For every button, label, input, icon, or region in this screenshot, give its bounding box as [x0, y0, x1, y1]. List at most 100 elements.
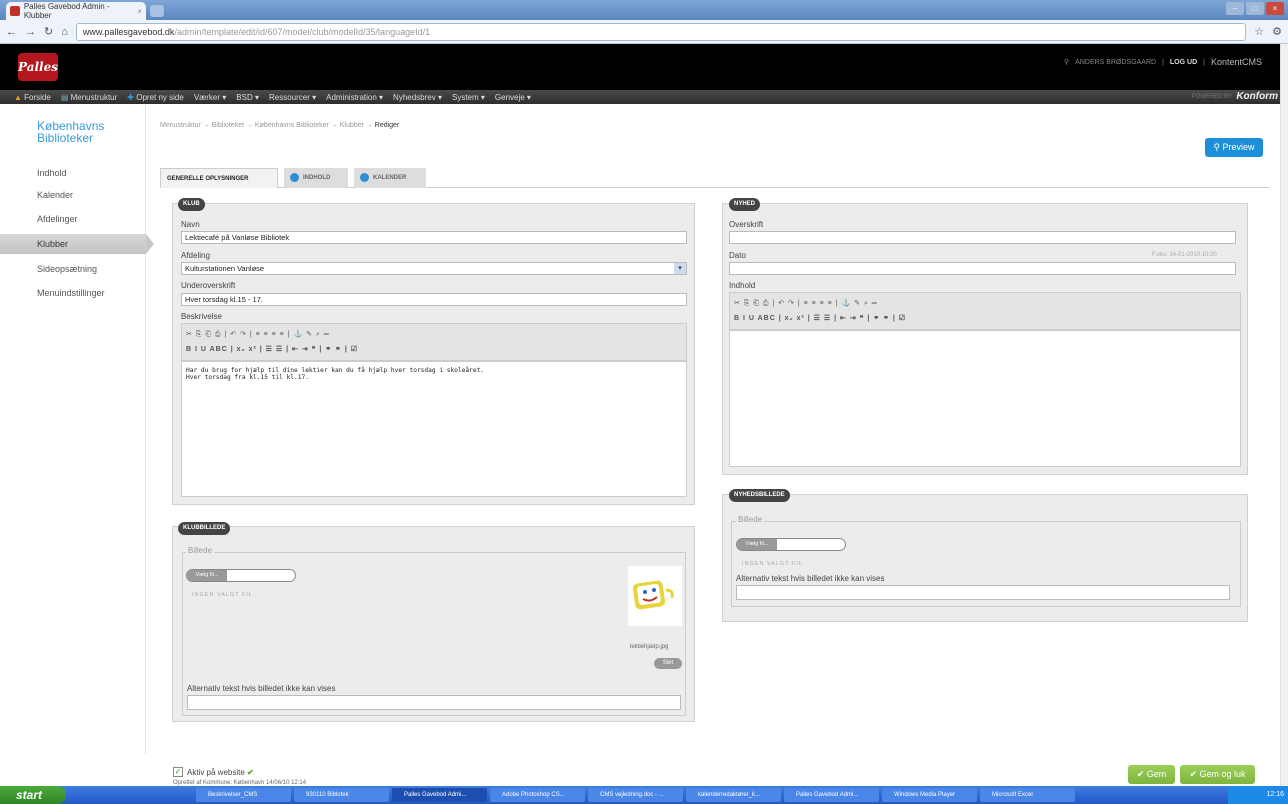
menu-ressourcer[interactable]: Ressourcer ▾: [269, 93, 316, 102]
save-button[interactable]: ✔ Gem: [1128, 765, 1175, 784]
check-icon: ✔: [1189, 769, 1200, 779]
preview-button[interactable]: ⚲ Preview: [1205, 138, 1263, 157]
home-icon: ▲: [14, 92, 25, 102]
news-content-label: Indhold: [729, 281, 756, 290]
menu-forside[interactable]: ▲ Forside: [14, 93, 51, 102]
page-scrollbar[interactable]: [1280, 44, 1288, 786]
plus-circle-icon: [290, 172, 299, 182]
news-date-field[interactable]: [729, 262, 1236, 275]
active-checkbox[interactable]: ✓: [173, 767, 183, 777]
active-label: Aktiv på website ✔: [187, 768, 254, 777]
task-item[interactable]: Palles Gavebod Admi...: [392, 788, 487, 802]
description-editor[interactable]: Har du brug for hjælp til dine lektier k…: [181, 361, 687, 497]
address-bar[interactable]: www.pallesgavebod.dk/admin/template/edit…: [75, 22, 1247, 41]
task-item[interactable]: 930110 Biblotek: [294, 788, 389, 802]
menu-nyhedsbrev[interactable]: Nyhedsbrev ▾: [393, 93, 442, 102]
department-select[interactable]: Kulturstationen Vanløse ▾: [181, 262, 687, 275]
url-host: www.pallesgavebod.dk: [82, 26, 175, 37]
news-panel-title: NYHED: [729, 198, 761, 211]
star-icon[interactable]: ☆: [1254, 25, 1264, 38]
club-image-legend: Billede: [186, 546, 215, 555]
menu-bsd[interactable]: BSD ▾: [236, 93, 259, 102]
window-controls: – □ ×: [1226, 2, 1284, 15]
screen: Palles Gavebod Admin - Klubber × – □ × ←…: [0, 0, 1288, 804]
news-image-file-input[interactable]: Vælg fil...: [736, 538, 846, 551]
browser-toolbar: ← → ↻ ⌂ www.pallesgavebod.dk/admin/templ…: [0, 20, 1288, 44]
club-image-panel-title: KLUBBILLEDE: [178, 522, 231, 535]
maximize-icon[interactable]: □: [1246, 2, 1264, 15]
save-close-button[interactable]: ✔ Gem og luk: [1180, 765, 1255, 784]
task-item[interactable]: Windows Media Player: [882, 788, 977, 802]
menu-genveje[interactable]: Genveje ▾: [495, 93, 531, 102]
menu-menustruktur[interactable]: ▤ Menustruktur: [61, 93, 117, 102]
task-item[interactable]: kalenderredaktører_k...: [686, 788, 781, 802]
palles-logo[interactable]: Palles: [18, 53, 58, 81]
description-label: Beskrivelse: [181, 312, 222, 321]
browser-tab[interactable]: Palles Gavebod Admin - Klubber ×: [6, 2, 146, 20]
breadcrumb-path[interactable]: Menustruktur → Biblioteket → Københavns …: [160, 122, 375, 129]
description-editor-toolbar[interactable]: ✂ ⎘ ⎗ ⎙ | ↶ ↷ | ≡ ≡ ≡ ≡ | ⚓ ✎ ⌕ ═ B I U A…: [181, 323, 687, 361]
chevron-down-icon[interactable]: ▾: [674, 263, 686, 274]
task-item[interactable]: Beskrivelser_CMS: [196, 788, 291, 802]
reload-icon[interactable]: ↻: [44, 25, 53, 38]
menu-vaerker[interactable]: Værker ▾: [194, 93, 226, 102]
new-tab-button[interactable]: [150, 5, 164, 17]
news-heading-field[interactable]: [729, 231, 1236, 244]
sidebar-item-klubber[interactable]: Klubber: [0, 234, 154, 254]
news-date-hint: F.eks: 14-01-2010 10:30: [1152, 252, 1217, 258]
news-heading-label: Overskrift: [729, 220, 764, 229]
news-image-legend: Billede: [736, 515, 765, 524]
browser-titlebar: Palles Gavebod Admin - Klubber × – □ ×: [0, 0, 1288, 20]
browser-tab-title: Palles Gavebod Admin - Klubber: [23, 2, 110, 20]
minimize-icon[interactable]: –: [1226, 2, 1244, 15]
menu-opret-ny-side[interactable]: ✚ Opret ny side: [127, 93, 184, 102]
club-image-thumbnail: [628, 566, 682, 626]
news-editor-toolbar[interactable]: ✂ ⎘ ⎗ ⎙ | ↶ ↷ | ≡ ≡ ≡ ≡ | ⚓ ✎ ⌕ ═ B I U A…: [729, 292, 1241, 330]
club-image-delete-button[interactable]: Slet: [654, 658, 682, 669]
sidebar-item-kalender[interactable]: Kalender: [37, 190, 73, 200]
sidebar-item-indhold[interactable]: Indhold: [37, 168, 67, 178]
favicon-icon: [10, 6, 20, 16]
main-menu: ▲ Forside ▤ Menustruktur ✚ Opret ny side…: [0, 90, 1288, 104]
news-editor[interactable]: [729, 330, 1241, 467]
menu-administration[interactable]: Administration ▾: [326, 93, 383, 102]
lektiehjaelp-image: [632, 580, 674, 610]
wrench-icon[interactable]: ⚙: [1272, 25, 1282, 38]
sidebar-site-title[interactable]: Københavns Biblioteker: [37, 120, 137, 144]
task-item[interactable]: Microsoft Excel: [980, 788, 1075, 802]
app-header: Palles ⚲ ANDERS BRØDSGAARD | LOG UD | Ko…: [0, 44, 1288, 90]
checkmark-icon: ✔: [247, 768, 254, 777]
news-image-no-file: INGEN VALGT FIL: [742, 561, 803, 567]
sidebar-item-afdelinger[interactable]: Afdelinger: [37, 214, 78, 224]
kontent-brand: KontentCMS: [1210, 57, 1262, 67]
tab-indhold[interactable]: INDHOLD: [284, 168, 348, 188]
task-item[interactable]: Palles Gavebod Admi...: [784, 788, 879, 802]
news-image-alt-field[interactable]: [736, 585, 1230, 600]
news-image-panel-title: NYHEDSBILLEDE: [729, 489, 790, 502]
menu-system[interactable]: System ▾: [452, 93, 485, 102]
task-item[interactable]: Adobe Photoshop CS...: [490, 788, 585, 802]
sitemap-icon: ▤: [60, 92, 71, 102]
tab-generelle-oplysninger[interactable]: GENERELLE OPLYSNINGER: [160, 168, 278, 188]
back-icon[interactable]: ←: [6, 26, 17, 38]
club-panel-title: KLUB: [178, 198, 205, 211]
close-tab-icon[interactable]: ×: [137, 7, 142, 16]
subheading-field[interactable]: Hver torsdag kl.15 - 17.: [181, 293, 687, 306]
home-icon[interactable]: ⌂: [61, 26, 68, 38]
club-image-file-input[interactable]: Vælg fil...: [186, 569, 296, 582]
sidebar-item-sideopsaetning[interactable]: Sideopsætning: [37, 264, 97, 274]
start-button[interactable]: start: [0, 786, 66, 804]
task-item[interactable]: CMS vejledning.doc - ...: [588, 788, 683, 802]
department-label: Afdeling: [181, 251, 210, 260]
sidebar-item-menuindstillinger[interactable]: Menuindstillinger: [37, 288, 105, 298]
club-image-alt-field[interactable]: [187, 695, 681, 710]
plus-icon: ✚: [127, 92, 137, 102]
news-date-label: Dato: [729, 251, 746, 260]
name-field[interactable]: Lektiecafé på Vanløse Bibliotek: [181, 231, 687, 244]
forward-icon[interactable]: →: [25, 26, 36, 38]
search-icon: ⚲: [1213, 142, 1223, 152]
close-window-icon[interactable]: ×: [1266, 2, 1284, 15]
logout-link[interactable]: LOG UD: [1170, 59, 1197, 66]
tab-kalender[interactable]: KALENDER: [354, 168, 426, 188]
club-image-filename: lektiehjælp.jpg: [630, 644, 669, 650]
